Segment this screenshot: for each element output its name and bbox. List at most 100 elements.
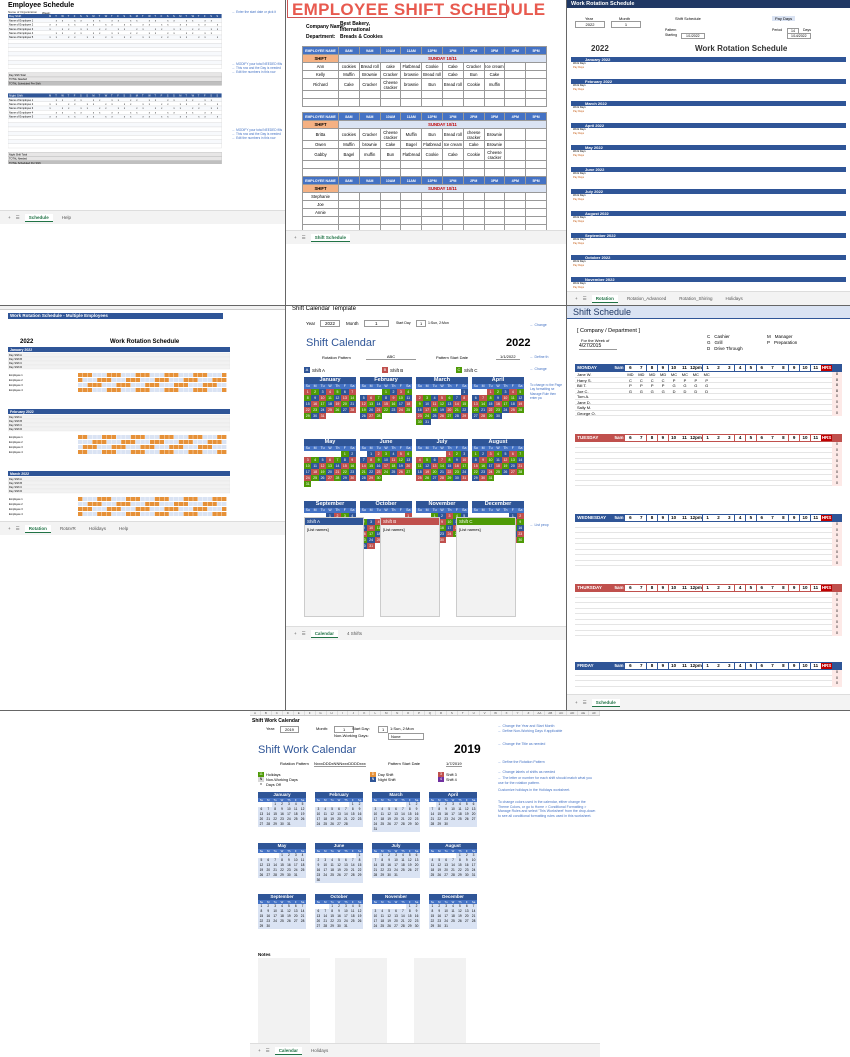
rotation-input[interactable]: NxxxDDDxNNNxxxDDDDxxx	[314, 761, 366, 767]
calendar-day[interactable]: 25	[292, 817, 299, 822]
task-cell[interactable]	[379, 208, 402, 217]
slot-cell[interactable]	[690, 631, 701, 637]
calendar-day[interactable]: 26	[456, 919, 463, 924]
calendar-day[interactable]: 28	[342, 822, 349, 827]
task-cell[interactable]: Cookie	[421, 148, 443, 161]
calendar-day[interactable]: 27	[509, 469, 517, 475]
calendar-day[interactable]: 30	[285, 873, 292, 878]
calendar-day[interactable]: 25	[349, 919, 356, 924]
calendar-day[interactable]: 28	[450, 873, 457, 878]
calendar-day[interactable]: 28	[372, 873, 379, 878]
slot-cell[interactable]	[756, 631, 767, 637]
task-cell[interactable]	[358, 200, 381, 209]
calendar-day[interactable]: 28	[348, 407, 356, 413]
task-cell[interactable]	[302, 160, 339, 169]
slot-cell[interactable]	[810, 681, 821, 687]
slot-cell[interactable]	[767, 681, 778, 687]
slot-cell[interactable]	[745, 631, 756, 637]
slot-cell[interactable]	[636, 681, 647, 687]
calendar-day[interactable]: 28	[399, 822, 406, 827]
tab-calendar[interactable]: Calendar	[274, 1046, 302, 1055]
calendar-day[interactable]: 29	[279, 873, 286, 878]
start-day-input[interactable]: 1	[378, 726, 389, 733]
task-cell[interactable]	[338, 98, 360, 107]
task-cell[interactable]	[525, 148, 547, 161]
calendar-day[interactable]: 25	[509, 407, 517, 413]
slot-cell[interactable]	[647, 681, 658, 687]
slot-cell[interactable]	[799, 481, 810, 487]
calendar-day[interactable]: 26	[333, 407, 342, 413]
notes-area-1[interactable]	[258, 958, 310, 1043]
slot-cell[interactable]	[658, 681, 669, 687]
year-input[interactable]: 2022	[575, 21, 605, 28]
slot-cell[interactable]	[613, 411, 625, 417]
task-cell[interactable]: Muffin	[338, 140, 360, 149]
calendar-day[interactable]: 25	[329, 873, 336, 878]
employee-name[interactable]: Joe	[302, 200, 339, 209]
task-cell[interactable]: Cake	[338, 78, 360, 91]
task-cell[interactable]: Bread roll	[441, 128, 464, 141]
calendar-day[interactable]: 25	[404, 407, 412, 413]
slot-cell[interactable]	[723, 631, 734, 637]
slot-cell[interactable]	[799, 411, 810, 417]
calendar-day[interactable]: 30	[516, 537, 524, 543]
slot-cell[interactable]	[625, 411, 636, 417]
task-cell[interactable]: Muffin	[400, 128, 423, 141]
task-cell[interactable]: brownie	[358, 140, 381, 149]
task-cell[interactable]	[504, 148, 527, 161]
task-cell[interactable]	[483, 98, 506, 107]
slot-cell[interactable]	[658, 631, 669, 637]
add-sheet-icon[interactable]: +	[294, 235, 297, 240]
task-cell[interactable]	[483, 160, 506, 169]
calendar-day[interactable]: 26	[436, 873, 443, 878]
slot-cell[interactable]	[821, 681, 832, 687]
slot-cell[interactable]	[636, 631, 647, 637]
slot-cell[interactable]	[799, 561, 810, 567]
calendar-day[interactable]: 28	[360, 475, 368, 481]
year-input[interactable]: 2019	[280, 726, 299, 733]
slot-cell[interactable]	[745, 681, 756, 687]
employee-name[interactable]: Stephanie	[302, 192, 339, 201]
tab-rotation-shiring[interactable]: Rotation_Shiring	[675, 295, 716, 302]
calendar-day[interactable]: 27	[258, 822, 265, 827]
tab-rotation[interactable]: Rotation	[591, 294, 618, 303]
tab-shift-schedule[interactable]: Shift Schedule	[310, 233, 350, 242]
employee-name[interactable]: Kelly	[302, 70, 339, 79]
task-cell[interactable]	[421, 200, 443, 209]
task-cell[interactable]	[525, 192, 547, 201]
slot-cell[interactable]	[821, 631, 832, 637]
slot-cell[interactable]	[723, 481, 734, 487]
task-cell[interactable]	[358, 208, 381, 217]
task-cell[interactable]: Cake	[379, 140, 402, 149]
calendar-day[interactable]: 31	[304, 481, 312, 487]
calendar-day[interactable]: 25	[429, 873, 436, 878]
slot-cell[interactable]	[712, 561, 723, 567]
calendar-day[interactable]: 30	[315, 878, 322, 883]
task-cell[interactable]: Bun	[421, 78, 443, 91]
slot-cell[interactable]	[647, 411, 658, 417]
calendar-day[interactable]: 25	[311, 475, 319, 481]
slot-cell[interactable]	[636, 561, 647, 567]
calendar-day[interactable]: 30	[348, 475, 356, 481]
calendar-day[interactable]: 28	[438, 475, 446, 481]
calendar-day[interactable]: 27	[342, 873, 349, 878]
task-cell[interactable]	[483, 216, 506, 225]
calendar-day[interactable]: 28	[453, 413, 461, 419]
slot-cell[interactable]	[734, 481, 745, 487]
add-sheet-icon[interactable]: +	[8, 215, 11, 220]
slot-cell[interactable]	[767, 481, 778, 487]
slot-cell[interactable]	[625, 481, 636, 487]
task-cell[interactable]: Cookie	[421, 62, 443, 71]
task-cell[interactable]: Bread roll	[441, 78, 464, 91]
year-input[interactable]: 2022	[320, 320, 341, 327]
task-cell[interactable]: Cake	[462, 140, 485, 149]
calendar-day[interactable]: 25	[379, 822, 386, 827]
slot-cell[interactable]	[701, 561, 712, 567]
task-cell[interactable]: Brownie	[483, 140, 506, 149]
slot-cell[interactable]	[712, 681, 723, 687]
calendar-day[interactable]: 28	[333, 475, 342, 481]
calendar-day[interactable]: 30	[386, 873, 393, 878]
slot-cell[interactable]	[767, 411, 778, 417]
calendar-day[interactable]: 30	[265, 924, 272, 929]
task-cell[interactable]	[462, 208, 485, 217]
